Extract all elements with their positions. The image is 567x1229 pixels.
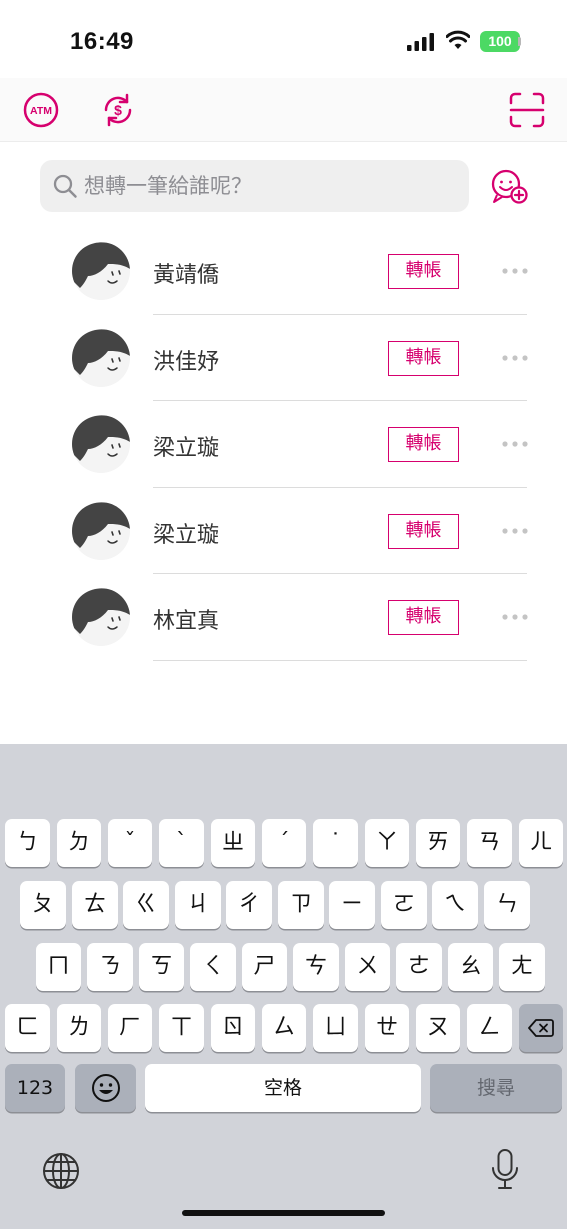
key[interactable]: ㄘ [293, 943, 339, 991]
avatar [72, 328, 130, 387]
key[interactable]: ㄦ [519, 819, 563, 867]
row-divider [153, 659, 527, 661]
more-options-icon[interactable] [501, 609, 529, 625]
contact-row[interactable]: 林宜真 轉帳 [0, 574, 567, 661]
key[interactable]: ㄎ [139, 943, 184, 991]
globe-icon[interactable] [41, 1151, 81, 1191]
key[interactable]: ㄒ [159, 1004, 204, 1052]
key[interactable]: ㄈ [5, 1004, 50, 1052]
key[interactable]: ㄛ [381, 881, 427, 929]
microphone-icon[interactable] [489, 1147, 521, 1193]
emoji-key[interactable] [75, 1064, 136, 1112]
avatar [72, 242, 130, 300]
wifi-icon [446, 30, 470, 49]
contact-row[interactable]: 梁立璇 轉帳 [0, 488, 567, 574]
key[interactable]: ㄓ [211, 819, 255, 867]
top-bar: ATM $ [0, 78, 567, 142]
key[interactable]: ㄠ [448, 943, 493, 991]
key[interactable]: ㄑ [190, 943, 236, 991]
status-time: 16:49 [70, 28, 134, 55]
key[interactable]: ㄔ [226, 881, 272, 929]
cellular-signal-icon [407, 33, 434, 51]
key[interactable]: ㄣ [484, 881, 530, 929]
key[interactable]: ㄖ [211, 1004, 255, 1052]
key[interactable]: ㄢ [467, 819, 512, 867]
key[interactable]: ㄧ [329, 881, 375, 929]
key[interactable]: ㄡ [416, 1004, 460, 1052]
svg-text:ATM: ATM [30, 105, 52, 117]
key[interactable]: ㄙ [262, 1004, 306, 1052]
transfer-button[interactable]: 轉帳 [388, 340, 459, 376]
key[interactable]: ˙ [313, 819, 358, 867]
key[interactable]: ˊ [262, 819, 306, 867]
key[interactable]: ㄅ [5, 819, 50, 867]
key[interactable]: ㄨ [345, 943, 390, 991]
key[interactable]: ㄌ [57, 1004, 101, 1052]
key[interactable]: ㄗ [278, 881, 324, 929]
more-options-icon[interactable] [501, 263, 529, 279]
transfer-button[interactable]: 轉帳 [388, 254, 459, 289]
key[interactable]: ㄩ [313, 1004, 358, 1052]
contact-name: 洪佳妤 [153, 349, 220, 375]
backspace-key[interactable] [519, 1004, 563, 1052]
key[interactable]: ㄉ [57, 819, 101, 867]
contact-row[interactable]: 梁立璇 轉帳 [0, 401, 567, 488]
status-bar: 16:49 100 [0, 0, 567, 78]
search-key[interactable]: 搜尋 [430, 1064, 562, 1112]
atm-icon[interactable]: ATM [21, 90, 61, 130]
key[interactable]: ㄐ [175, 881, 221, 929]
home-indicator [182, 1210, 385, 1216]
currency-exchange-icon[interactable]: $ [98, 90, 138, 130]
search-icon [53, 174, 77, 198]
space-key[interactable]: 空格 [145, 1064, 421, 1112]
key[interactable]: ㄕ [242, 943, 287, 991]
add-friend-icon[interactable] [489, 166, 529, 206]
key[interactable]: ㄚ [365, 819, 409, 867]
key[interactable]: ㄤ [499, 943, 545, 991]
zhuyin-keyboard: ㄅ ㄉ ˇ ˋ ㄓ ˊ ˙ ㄚ ㄞ ㄢ ㄦ ㄆ ㄊ ㄍ ㄐ ㄔ ㄗ ㄧ ㄛ ㄟ … [0, 744, 567, 1229]
avatar [72, 415, 130, 473]
key[interactable]: ˇ [108, 819, 152, 867]
transfer-button[interactable]: 轉帳 [388, 600, 459, 635]
battery-indicator: 100 [480, 31, 520, 52]
svg-text:$: $ [114, 102, 122, 118]
contact-list: 黃靖僑 轉帳 洪佳妤 轉帳 梁立璇 轉帳 梁立璇 轉帳 林宜真 轉帳 [0, 228, 567, 661]
search-box[interactable] [40, 160, 469, 212]
backspace-icon [528, 1019, 554, 1037]
key[interactable]: ㄞ [416, 819, 460, 867]
avatar [72, 588, 130, 646]
battery-tip [518, 37, 521, 46]
more-options-icon[interactable] [501, 436, 529, 452]
contact-name: 梁立璇 [153, 436, 220, 461]
key[interactable]: ㄇ [36, 943, 81, 991]
contact-row[interactable]: 黃靖僑 轉帳 [0, 228, 567, 315]
key[interactable]: ㄟ [432, 881, 478, 929]
key[interactable]: ㄊ [72, 881, 118, 929]
more-options-icon[interactable] [501, 523, 529, 539]
contact-name: 林宜真 [153, 609, 220, 634]
scan-icon[interactable] [507, 90, 547, 130]
search-input[interactable] [84, 160, 464, 212]
key[interactable]: ㄏ [108, 1004, 152, 1052]
key[interactable]: ㄜ [396, 943, 442, 991]
contact-name: 梁立璇 [153, 522, 220, 548]
key[interactable]: ㄆ [20, 881, 66, 929]
transfer-button[interactable]: 轉帳 [388, 513, 459, 549]
contact-row[interactable]: 洪佳妤 轉帳 [0, 315, 567, 401]
key[interactable]: ㄝ [365, 1004, 409, 1052]
key[interactable]: ㄋ [87, 943, 133, 991]
key[interactable]: ㄍ [123, 881, 169, 929]
contact-name: 黃靖僑 [153, 263, 220, 288]
transfer-button[interactable]: 轉帳 [388, 427, 459, 462]
key[interactable]: ㄥ [467, 1004, 512, 1052]
avatar [72, 501, 130, 560]
more-options-icon[interactable] [501, 350, 529, 366]
key[interactable]: ˋ [159, 819, 204, 867]
emoji-icon [91, 1074, 120, 1102]
numbers-key[interactable]: 123 [5, 1064, 65, 1112]
